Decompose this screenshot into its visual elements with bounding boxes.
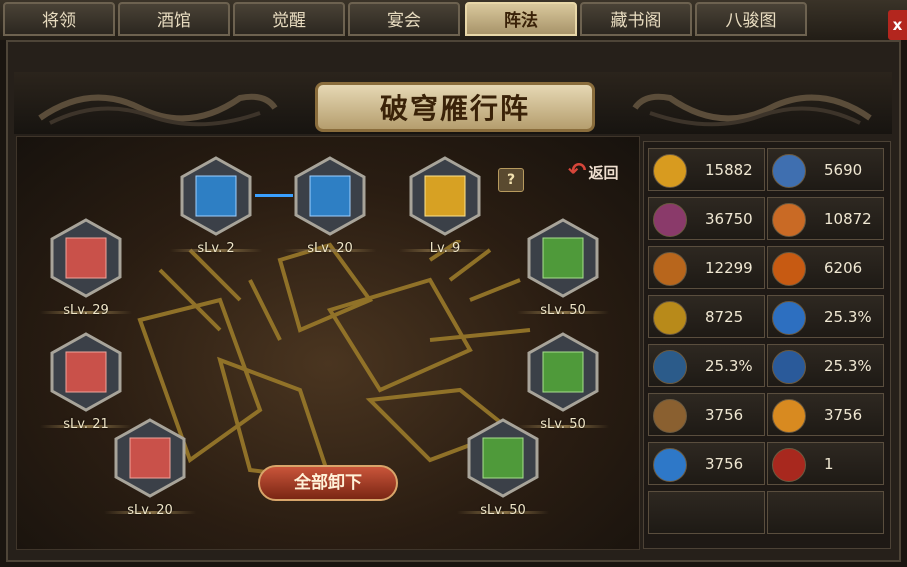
sword-icon (653, 154, 687, 188)
stat-value: 6206 (824, 259, 863, 277)
stat-value: 15882 (705, 161, 753, 179)
help-button[interactable]: ? (498, 168, 524, 192)
stat-cell: 15882 (648, 148, 765, 191)
slot-level-8: sLv. 20 (127, 503, 173, 518)
tab-eight-steeds[interactable]: 八骏图 (695, 2, 807, 36)
formation-slot-4[interactable] (46, 218, 126, 298)
stat-cell: 10872 (767, 197, 884, 240)
wave-icon (653, 448, 687, 482)
slot-level-5: sLv. 50 (540, 303, 586, 318)
formation-slot-9[interactable] (463, 418, 543, 498)
stat-cell: 8725 (648, 295, 765, 338)
tome-icon (653, 301, 687, 335)
back-button[interactable]: ↶ 返回 (568, 158, 640, 186)
formation-slot-2[interactable] (290, 156, 370, 236)
tab-banquet[interactable]: 宴会 (348, 2, 460, 36)
stat-value: 3756 (705, 455, 744, 473)
tab-bar: 将领 酒馆 觉醒 宴会 阵法 藏书阁 八骏图 x (0, 0, 907, 40)
stat-cell-empty (648, 491, 765, 534)
lion-icon (653, 399, 687, 433)
tab-formation[interactable]: 阵法 (465, 2, 577, 36)
hammer-icon (653, 252, 687, 286)
stat-value: 36750 (705, 210, 753, 228)
formation-slot-1[interactable] (176, 156, 256, 236)
stat-cell: 25.3% (767, 295, 884, 338)
stat-cell: 25.3% (648, 344, 765, 387)
formation-slot-5[interactable] (523, 218, 603, 298)
stat-cell-empty (767, 491, 884, 534)
strike-icon (653, 350, 687, 384)
slot-level-9: sLv. 50 (480, 503, 526, 518)
stat-value: 1 (824, 455, 834, 473)
stat-value: 25.3% (824, 308, 872, 326)
dragon-left-icon (38, 93, 278, 127)
stat-value: 25.3% (705, 357, 753, 375)
stat-value: 5690 (824, 161, 863, 179)
formation-slot-7[interactable] (523, 332, 603, 412)
stat-cell: 3756 (767, 393, 884, 436)
slot-level-1: sLv. 2 (197, 241, 235, 256)
slot-connector (255, 194, 293, 197)
swirl-blue-icon (772, 301, 806, 335)
shield-icon (772, 154, 806, 188)
flame-face-icon (772, 252, 806, 286)
stat-cell: 12299 (648, 246, 765, 289)
warrior-icon (772, 203, 806, 237)
dragon-red-icon (772, 448, 806, 482)
burst-icon (653, 203, 687, 237)
stat-cell: 3756 (648, 442, 765, 485)
formation-slot-6[interactable] (46, 332, 126, 412)
slot-level-3: Lv. 9 (429, 241, 461, 256)
unload-all-button[interactable]: 全部卸下 (258, 465, 398, 501)
slot-level-4: sLv. 29 (63, 303, 109, 318)
sun-icon (772, 399, 806, 433)
dragon-right-icon (632, 93, 872, 127)
stat-cell: 36750 (648, 197, 765, 240)
tab-tavern[interactable]: 酒馆 (118, 2, 230, 36)
stat-value: 8725 (705, 308, 744, 326)
stat-value: 12299 (705, 259, 753, 277)
stat-value: 3756 (705, 406, 744, 424)
stat-value: 25.3% (824, 357, 872, 375)
formation-slot-3[interactable] (405, 156, 485, 236)
stat-cell: 1 (767, 442, 884, 485)
stat-cell: 25.3% (767, 344, 884, 387)
slash-blue-icon (772, 350, 806, 384)
back-label: 返回 (588, 164, 619, 182)
stat-cell: 6206 (767, 246, 884, 289)
stat-value: 10872 (824, 210, 872, 228)
slot-level-2: sLv. 20 (307, 241, 353, 256)
tab-library[interactable]: 藏书阁 (580, 2, 692, 36)
tab-generals[interactable]: 将领 (3, 2, 115, 36)
tab-awakening[interactable]: 觉醒 (233, 2, 345, 36)
stat-cell: 3756 (648, 393, 765, 436)
formation-title: 破穹雁行阵 (315, 82, 595, 132)
close-button[interactable]: x (888, 10, 907, 40)
formation-slot-8[interactable] (110, 418, 190, 498)
back-arrow-icon: ↶ (568, 159, 587, 184)
stat-cell: 5690 (767, 148, 884, 191)
stat-value: 3756 (824, 406, 863, 424)
